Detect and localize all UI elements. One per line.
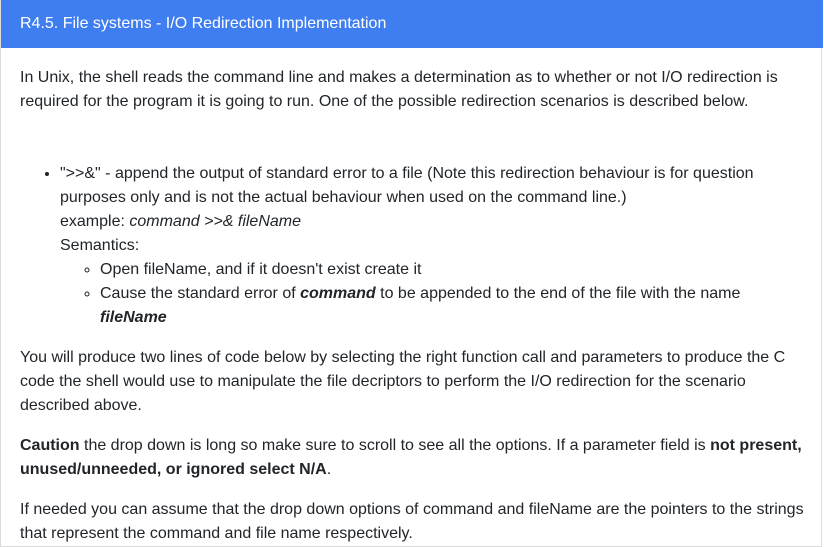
- caution-label: Caution: [20, 437, 80, 454]
- example-label: example:: [60, 213, 130, 230]
- semantics-item: Cause the standard error of command to b…: [100, 282, 810, 330]
- question-body: In Unix, the shell reads the command lin…: [20, 66, 810, 546]
- semantics-append-mid: to be appended to the end of the file wi…: [375, 285, 741, 302]
- scenario-item: ">>&" - append the output of standard er…: [60, 162, 810, 330]
- question-header: R4.5. File systems - I/O Redirection Imp…: [1, 0, 823, 48]
- semantics-list: Open fileName, and if it doesn't exist c…: [60, 258, 810, 330]
- intro-paragraph: In Unix, the shell reads the command lin…: [20, 69, 778, 110]
- caution-end: .: [326, 461, 332, 478]
- caution-text: the drop down is long so make sure to sc…: [79, 437, 711, 454]
- semantics-item: Open fileName, and if it doesn't exist c…: [100, 258, 810, 282]
- scenario-list: ">>&" - append the output of standard er…: [20, 162, 810, 330]
- caution-paragraph: Caution the drop down is long so make su…: [20, 434, 810, 482]
- semantics-label: Semantics:: [60, 237, 140, 254]
- assumption-paragraph: If needed you can assume that the drop d…: [20, 501, 804, 542]
- filename-term: fileName: [100, 309, 167, 326]
- example-value: command >>& fileName: [129, 213, 302, 230]
- command-term: command: [300, 285, 376, 302]
- semantics-append-pre: Cause the standard error of: [100, 285, 301, 302]
- scenario-description: ">>&" - append the output of standard er…: [60, 165, 754, 206]
- semantics-open-text: Open fileName, and if it doesn't exist c…: [100, 261, 422, 278]
- instructions-paragraph: You will produce two lines of code below…: [20, 349, 786, 414]
- question-card: R4.5. File systems - I/O Redirection Imp…: [0, 0, 823, 547]
- question-title: R4.5. File systems - I/O Redirection Imp…: [20, 15, 387, 32]
